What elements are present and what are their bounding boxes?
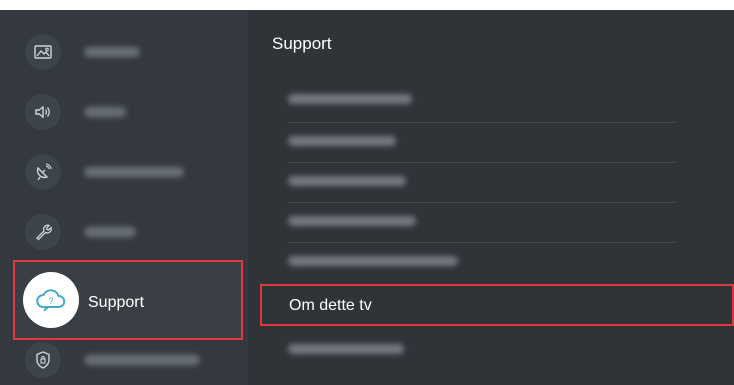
- submenu-item[interactable]: [288, 128, 688, 156]
- menu-item-broadcasting[interactable]: [0, 142, 248, 202]
- menu-item-picture[interactable]: [0, 22, 248, 82]
- submenu-item[interactable]: [288, 208, 688, 236]
- divider: [288, 162, 676, 163]
- general-wrench-icon: [25, 214, 61, 250]
- menu-item-label: Support: [88, 294, 145, 311]
- divider: [288, 122, 676, 123]
- submenu-item[interactable]: [288, 86, 688, 114]
- divider: [288, 242, 676, 243]
- panel-title: Support: [272, 34, 332, 53]
- menu-item-support[interactable]: ? Support: [13, 260, 243, 340]
- submenu-item[interactable]: [288, 168, 688, 196]
- svg-text:?: ?: [48, 296, 53, 306]
- submenu-item-label-blurred: [288, 216, 416, 226]
- settings-category-menu: ? Support: [0, 10, 248, 385]
- submenu-item-label-blurred: [288, 176, 406, 186]
- menu-item-label-blurred: [84, 167, 184, 177]
- support-submenu-panel: Support Om dette tv: [248, 10, 734, 385]
- submenu-item-about-tv[interactable]: Om dette tv: [260, 284, 734, 326]
- picture-icon: [25, 34, 61, 70]
- broadcasting-icon: [25, 154, 61, 190]
- submenu-item[interactable]: [288, 336, 688, 364]
- menu-item-label-blurred: [84, 47, 140, 57]
- menu-item-sound[interactable]: [0, 82, 248, 142]
- submenu-item-label-blurred: [288, 94, 412, 104]
- menu-item-label-blurred: [84, 227, 136, 237]
- sound-icon: [25, 94, 61, 130]
- submenu-item-label-blurred: [288, 256, 458, 266]
- submenu-item-label-blurred: [288, 136, 396, 146]
- submenu-item-label-blurred: [288, 344, 404, 354]
- support-cloud-icon: ?: [23, 272, 79, 328]
- divider: [288, 202, 676, 203]
- menu-item-label-blurred: [84, 107, 126, 117]
- menu-item-privacy[interactable]: [0, 330, 248, 385]
- privacy-shield-icon: [25, 342, 61, 378]
- menu-item-general[interactable]: [0, 202, 248, 262]
- submenu-item[interactable]: [288, 248, 688, 276]
- tv-settings-screen: ? Support Support Om dette tv: [0, 0, 734, 385]
- submenu-item-label: Om dette tv: [289, 297, 372, 314]
- menu-item-label-blurred: [84, 355, 200, 365]
